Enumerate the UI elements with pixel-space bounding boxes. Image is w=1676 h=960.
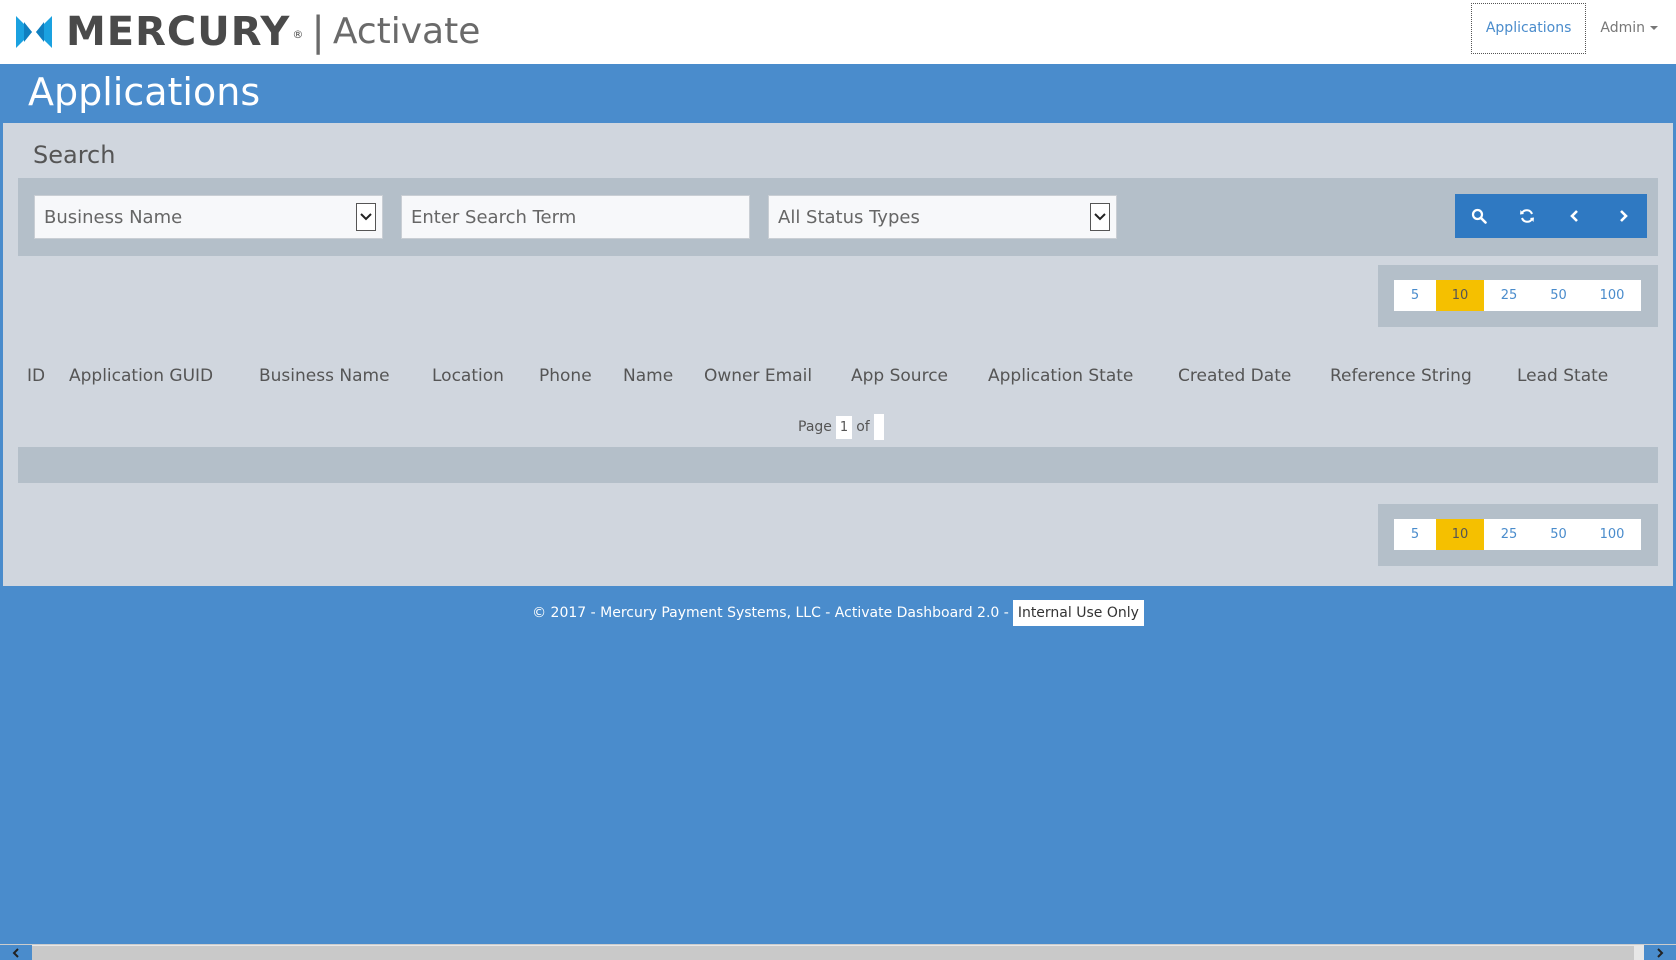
next-page-button[interactable]: [1599, 194, 1647, 238]
search-term-input[interactable]: Enter Search Term: [401, 195, 750, 239]
table-footer-bar: [18, 447, 1658, 483]
nav-link-applications[interactable]: Applications: [1470, 2, 1587, 54]
page-size-option[interactable]: 25: [1484, 519, 1534, 550]
column-header-app-source[interactable]: App Source: [851, 366, 948, 386]
column-header-application-guid[interactable]: Application GUID: [69, 366, 213, 386]
status-type-select-value: All Status Types: [778, 206, 920, 228]
search-field-select[interactable]: Business Name: [34, 195, 383, 239]
chevron-down-icon[interactable]: [356, 203, 376, 231]
mercury-logo[interactable]: MERCURY ® | Activate: [16, 12, 480, 52]
status-type-select[interactable]: All Status Types: [768, 195, 1117, 239]
scroll-left-button[interactable]: [0, 945, 32, 960]
product-name: Activate: [332, 11, 481, 52]
nav-admin-dropdown[interactable]: Admin: [1586, 20, 1676, 36]
pagination-info: Page 1 of: [798, 413, 884, 441]
footer-copyright: © 2017 - Mercury Payment Systems, LLC - …: [532, 605, 1009, 621]
nav-admin-label: Admin: [1600, 20, 1645, 36]
search-heading: Search: [33, 141, 116, 169]
page-size-selector-top: 5 10 25 50 100: [1394, 280, 1641, 311]
page-size-option-active[interactable]: 10: [1436, 519, 1484, 550]
chevron-left-icon: [1570, 210, 1578, 222]
column-header-created-date[interactable]: Created Date: [1178, 366, 1291, 386]
search-bar: Business Name Enter Search Term All Stat…: [18, 178, 1658, 256]
scrollbar-thumb[interactable]: [32, 946, 1634, 960]
total-pages: [873, 414, 884, 440]
refresh-button[interactable]: [1503, 194, 1551, 238]
current-page-number: 1: [835, 415, 853, 439]
main-panel: Search Business Name Enter Search Term A…: [3, 123, 1673, 586]
brand-separator: |: [311, 9, 325, 55]
column-header-phone[interactable]: Phone: [539, 366, 592, 386]
horizontal-scrollbar[interactable]: [0, 944, 1676, 960]
brand-name: MERCURY: [66, 9, 291, 55]
column-header-name[interactable]: Name: [623, 366, 673, 386]
page-size-option[interactable]: 100: [1583, 280, 1641, 311]
table-header-row: ID Application GUID Business Name Locati…: [3, 366, 1673, 396]
chevron-right-icon: [1620, 210, 1628, 222]
column-header-application-state[interactable]: Application State: [988, 366, 1133, 386]
page-title: Applications: [28, 70, 261, 114]
search-icon: [1471, 208, 1487, 224]
mercury-logo-icon: [16, 16, 52, 48]
search-button-group: [1455, 194, 1647, 238]
internal-use-badge: Internal Use Only: [1012, 600, 1144, 626]
scroll-right-button[interactable]: [1644, 945, 1676, 960]
search-button[interactable]: [1455, 194, 1503, 238]
top-navbar: MERCURY ® | Activate Applications Admin: [0, 0, 1676, 64]
column-header-reference-string[interactable]: Reference String: [1330, 366, 1472, 386]
page-size-option[interactable]: 5: [1394, 280, 1436, 311]
caret-down-icon: [1650, 26, 1658, 30]
page-size-option[interactable]: 50: [1534, 280, 1583, 311]
previous-page-button[interactable]: [1551, 194, 1599, 238]
page-size-option[interactable]: 5: [1394, 519, 1436, 550]
page-size-option[interactable]: 25: [1484, 280, 1534, 311]
page-size-selector-bottom: 5 10 25 50 100: [1394, 519, 1641, 550]
of-label: of: [856, 419, 870, 435]
page-size-option[interactable]: 100: [1583, 519, 1641, 550]
chevron-down-icon[interactable]: [1090, 203, 1110, 231]
page-size-box-bottom: 5 10 25 50 100: [1378, 504, 1658, 566]
page-size-option-active[interactable]: 10: [1436, 280, 1484, 311]
search-field-select-value: Business Name: [44, 206, 183, 228]
column-header-id[interactable]: ID: [27, 366, 45, 386]
search-term-placeholder: Enter Search Term: [411, 206, 577, 228]
page-size-box-top: 5 10 25 50 100: [1378, 265, 1658, 327]
registered-mark: ®: [292, 27, 304, 41]
refresh-icon: [1520, 209, 1534, 223]
nav-right: Applications Admin: [1470, 2, 1676, 54]
column-header-business-name[interactable]: Business Name: [259, 366, 390, 386]
page-footer: © 2017 - Mercury Payment Systems, LLC - …: [0, 600, 1676, 626]
column-header-location[interactable]: Location: [432, 366, 504, 386]
chevron-right-icon: [1657, 948, 1664, 958]
column-header-owner-email[interactable]: Owner Email: [704, 366, 812, 386]
page-size-option[interactable]: 50: [1534, 519, 1583, 550]
column-header-lead-state[interactable]: Lead State: [1517, 366, 1608, 386]
chevron-left-icon: [12, 948, 19, 958]
page-label: Page: [798, 419, 832, 435]
